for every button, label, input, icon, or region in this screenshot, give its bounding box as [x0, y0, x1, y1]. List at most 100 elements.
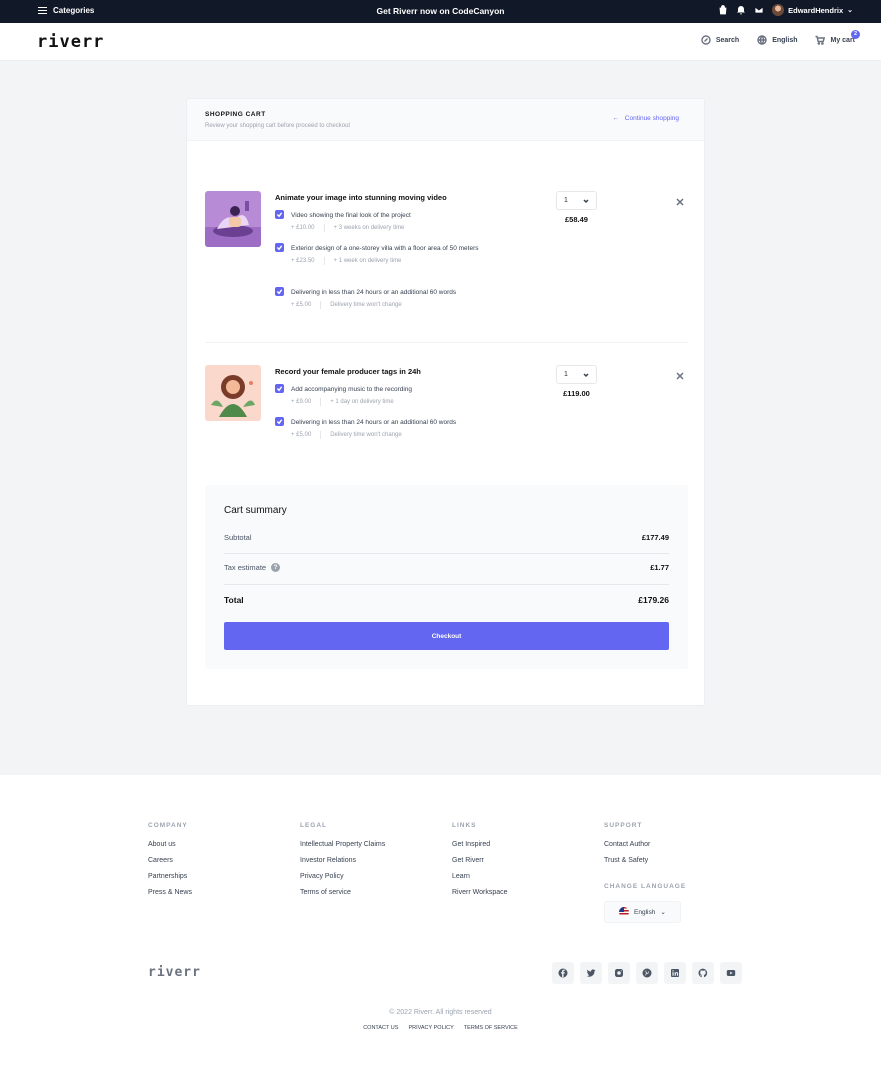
- footer-link[interactable]: Contact Author: [604, 840, 686, 849]
- option-delivery: + 1 week on delivery time: [333, 258, 402, 264]
- footer-link[interactable]: Careers: [148, 856, 192, 865]
- footer: COMPANY About us Careers Partnerships Pr…: [0, 775, 881, 1080]
- option-checkbox[interactable]: [275, 384, 284, 393]
- item-thumbnail[interactable]: [205, 365, 261, 421]
- footer-link[interactable]: Learn: [452, 872, 508, 881]
- shopping-cart-card: SHOPPING CART Review your shopping cart …: [186, 98, 705, 706]
- cart-count-badge: 2: [851, 30, 860, 39]
- help-icon[interactable]: ?: [271, 563, 281, 572]
- footer-column-company: COMPANY About us Careers Partnerships Pr…: [148, 822, 192, 904]
- subtotal-value: £177.49: [641, 533, 669, 542]
- tax-value: £1.77: [650, 563, 669, 572]
- privacy-policy-link[interactable]: PRIVACY POLICY: [408, 1025, 453, 1031]
- item-option: Video showing the final look of the proj…: [275, 210, 475, 234]
- arrow-left-icon: ←: [612, 115, 619, 122]
- pinterest-icon[interactable]: [636, 962, 658, 984]
- option-price: + £9.00: [291, 399, 312, 405]
- facebook-icon[interactable]: [552, 962, 574, 984]
- checkout-button[interactable]: Checkout: [224, 622, 669, 650]
- option-checkbox[interactable]: [275, 417, 284, 426]
- total-value: £179.26: [638, 595, 669, 605]
- riverr-logo[interactable]: riverr: [37, 34, 104, 51]
- footer-link[interactable]: Riverr Workspace: [452, 888, 508, 897]
- instagram-icon[interactable]: [608, 962, 630, 984]
- option-name: Delivering in less than 24 hours or an a…: [291, 289, 457, 296]
- cart-item: Animate your image into stunning moving …: [205, 191, 688, 321]
- footer-link[interactable]: Get Inspired: [452, 840, 508, 849]
- remove-item-button[interactable]: [676, 367, 684, 380]
- footer-link[interactable]: Get Riverr: [452, 856, 508, 865]
- github-icon[interactable]: [692, 962, 714, 984]
- footer-link[interactable]: Partnerships: [148, 872, 192, 881]
- cart-icon: [815, 35, 826, 45]
- footer-heading: LINKS: [452, 822, 477, 829]
- footer-link[interactable]: Terms of service: [300, 888, 385, 897]
- total-row: Total £179.26: [224, 595, 669, 605]
- option-price: + £5.00: [291, 432, 312, 438]
- close-icon: [676, 372, 684, 380]
- option-name: Add accompanying music to the recording: [291, 386, 413, 393]
- contact-us-link[interactable]: CONTACT US: [363, 1025, 398, 1031]
- cart-subtitle: Review your shopping cart before proceed…: [205, 123, 351, 129]
- username: EdwardHendrix: [788, 5, 844, 15]
- option-delivery: + 3 weeks on delivery time: [333, 225, 405, 231]
- search-icon: [701, 35, 711, 45]
- option-delivery: + 1 day on delivery time: [330, 399, 394, 405]
- footer-logo[interactable]: riverr: [148, 965, 201, 980]
- mail-icon[interactable]: [754, 5, 764, 15]
- language-link[interactable]: English: [757, 35, 797, 45]
- check-icon: [276, 289, 283, 295]
- summary-divider: [224, 584, 669, 585]
- option-checkbox[interactable]: [275, 210, 284, 219]
- check-icon: [276, 245, 283, 251]
- cart-summary: Cart summary Subtotal £177.49 Tax estima…: [205, 485, 688, 669]
- divider: [323, 224, 325, 232]
- quantity-select[interactable]: 1: [556, 365, 597, 384]
- check-icon: [276, 212, 283, 218]
- footer-link[interactable]: Intellectual Property Claims: [300, 840, 385, 849]
- footer-link[interactable]: Trust & Safety: [604, 856, 686, 865]
- language-dropdown[interactable]: English ⌄: [604, 901, 681, 923]
- check-icon: [276, 419, 283, 425]
- chevron-down-icon: ⌄: [847, 7, 853, 14]
- tax-row: Tax estimate ? £1.77: [224, 563, 669, 572]
- footer-heading: LEGAL: [300, 822, 328, 829]
- my-cart-link[interactable]: My cart 2: [815, 30, 860, 45]
- bell-icon[interactable]: [736, 5, 746, 15]
- shopping-bag-icon[interactable]: [718, 5, 728, 15]
- subtotal-label: Subtotal: [224, 533, 252, 542]
- youtube-icon[interactable]: [720, 962, 742, 984]
- item-title[interactable]: Animate your image into stunning moving …: [275, 193, 447, 202]
- total-label: Total: [224, 595, 244, 605]
- linkedin-icon[interactable]: [664, 962, 686, 984]
- continue-shopping-link[interactable]: ← Continue shopping: [612, 115, 679, 122]
- social-links: [552, 962, 742, 984]
- item-thumbnail[interactable]: [205, 191, 261, 247]
- summary-title: Cart summary: [224, 505, 287, 516]
- footer-link[interactable]: Press & News: [148, 888, 192, 897]
- item-title[interactable]: Record your female producer tags in 24h: [275, 367, 421, 376]
- terms-of-service-link[interactable]: TERMS OF SERVICE: [464, 1025, 518, 1031]
- us-flag-icon: [619, 907, 629, 917]
- option-checkbox[interactable]: [275, 287, 284, 296]
- item-divider: [205, 342, 688, 343]
- option-delivery: Delivery time won't change: [330, 302, 402, 308]
- search-link[interactable]: Search: [701, 35, 739, 45]
- close-icon: [676, 198, 684, 206]
- continue-shopping-label: Continue shopping: [624, 115, 679, 122]
- language-label: English: [772, 36, 798, 44]
- footer-column-support: SUPPORT Contact Author Trust & Safety CH…: [604, 822, 686, 923]
- footer-link[interactable]: Investor Relations: [300, 856, 385, 865]
- twitter-icon[interactable]: [580, 962, 602, 984]
- footer-link[interactable]: About us: [148, 840, 192, 849]
- user-menu[interactable]: EdwardHendrix ⌄: [772, 4, 853, 16]
- quantity-value: 1: [564, 371, 568, 378]
- footer-link[interactable]: Privacy Policy: [300, 872, 385, 881]
- cart-header: SHOPPING CART Review your shopping cart …: [187, 99, 704, 141]
- summary-divider: [224, 553, 669, 554]
- footer-bottom-links: CONTACT US PRIVACY POLICY TERMS OF SERVI…: [0, 1025, 881, 1031]
- quantity-select[interactable]: 1: [556, 191, 597, 210]
- option-checkbox[interactable]: [275, 243, 284, 252]
- remove-item-button[interactable]: [676, 193, 684, 206]
- divider: [320, 398, 322, 406]
